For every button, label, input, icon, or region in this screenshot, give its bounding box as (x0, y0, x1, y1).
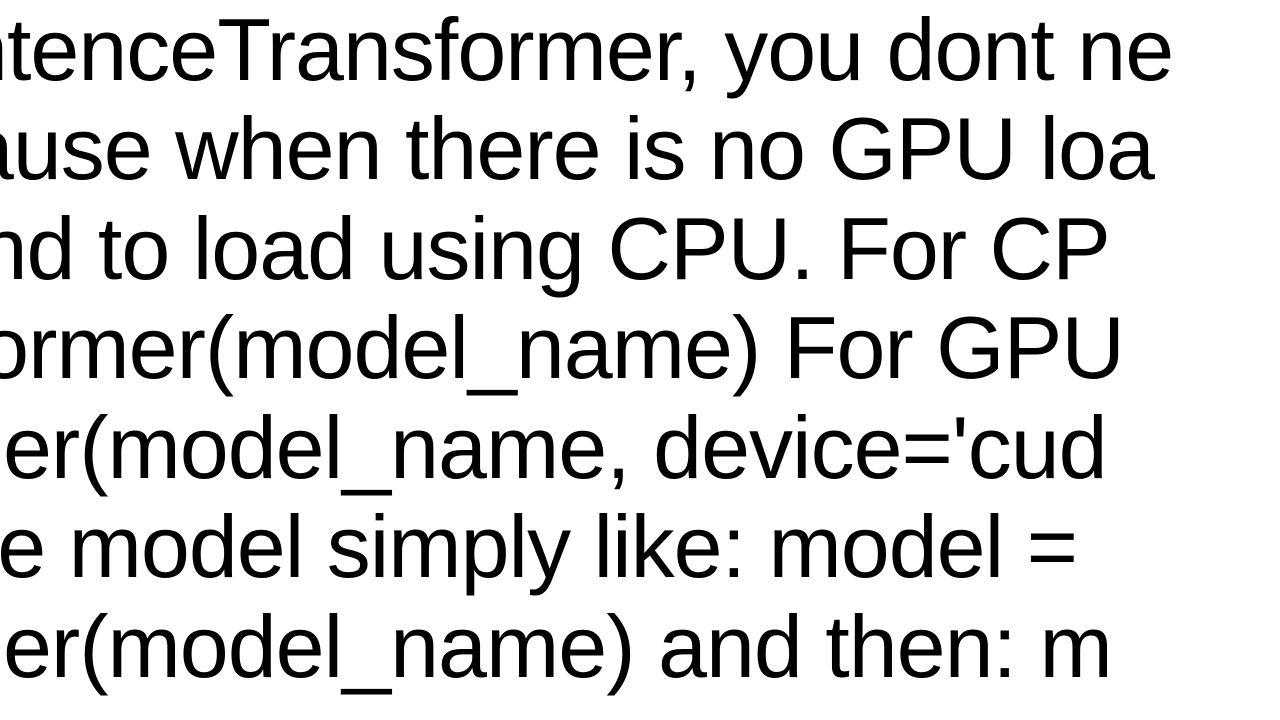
document-text-fragment: ith SentenceTransformer, you dont ne U b… (0, 0, 1280, 696)
text-line-7: nsformer(model_name) and then: m (0, 597, 1280, 696)
text-line-4: Transformer(model_name) For GPU (0, 298, 1280, 397)
text-line-1: ith SentenceTransformer, you dont ne (0, 0, 1280, 99)
text-line-5: nsformer(model_name, device='cud (0, 398, 1280, 497)
text-line-6: load the model simply like: model = (0, 497, 1280, 596)
text-line-2: U because when there is no GPU loa (0, 99, 1280, 198)
text-line-3: derstand to load using CPU. For CP (0, 199, 1280, 298)
